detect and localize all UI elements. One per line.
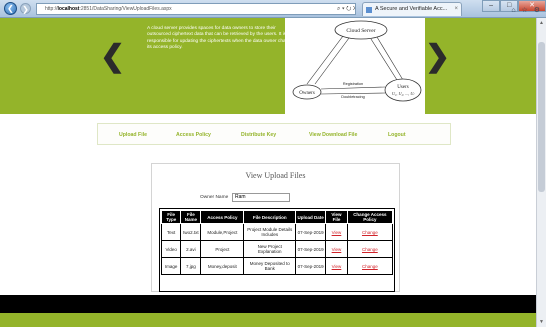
owner-cloud-line <box>306 35 344 85</box>
owners-label: Owners <box>299 91 315 96</box>
nav-logout[interactable]: Logout <box>388 124 406 146</box>
browser-toolbar-icons[interactable]: ⌂ ☆ ⚙ <box>511 6 542 14</box>
address-bar-icons[interactable]: ⌕ ▾ ⭮ ✕ <box>337 4 355 14</box>
owner-name-field[interactable]: Ram <box>232 193 290 202</box>
registration-line <box>320 86 386 90</box>
table-header-row: File Type File Name Access Policy File D… <box>160 209 394 225</box>
view-link[interactable]: View <box>332 230 342 235</box>
cell-upload-date: 07-Sep-2019 <box>295 257 327 276</box>
url-path: :2851/DataSharing/ViewUploadFiles.aspx <box>79 6 172 12</box>
footer-strip <box>0 313 536 327</box>
change-link[interactable]: Change <box>362 264 378 269</box>
main-nav: Upload File Access Policy Distribute Key… <box>97 123 451 145</box>
owner-name-label: Owner Name <box>200 195 229 200</box>
browser-chrome: ❮ ❯ http://localhost:2851/DataSharing/Vi… <box>0 0 546 18</box>
col-access-policy: Access Policy <box>200 209 245 225</box>
files-table-frame: File Type File Name Access Policy File D… <box>159 208 395 292</box>
col-upload-date: Upload Date <box>295 209 327 225</box>
scrollbar-thumb[interactable] <box>538 42 545 192</box>
table-row: Text two2.txt Module,Project Project Mod… <box>160 223 394 242</box>
system-diagram: Cloud Server Owners Users U₁, U₂, ..., U… <box>285 18 425 114</box>
change-link[interactable]: Change <box>362 230 378 235</box>
url-host: localhost <box>57 6 80 12</box>
cloud-label: Cloud Server <box>346 28 375 34</box>
doubletracing-line <box>320 92 386 95</box>
nav-view-download-file[interactable]: View Download File <box>309 124 357 146</box>
url-prefix: http:// <box>45 6 58 12</box>
tab-favicon-icon <box>366 7 372 13</box>
change-link[interactable]: Change <box>362 247 378 252</box>
banner-text: A cloud server provides spaces for data … <box>147 26 297 51</box>
tab-close-icon[interactable]: × <box>454 3 458 16</box>
files-table: File Type File Name Access Policy File D… <box>160 209 394 276</box>
vertical-scrollbar[interactable]: ▲ ▼ <box>536 18 546 327</box>
browser-tab[interactable]: A Secure and Verifiable Acc... × <box>362 2 462 16</box>
slider-prev-arrow-icon[interactable]: ❮ <box>100 42 125 72</box>
users-shape <box>384 78 422 102</box>
col-file-name: File Name <box>180 209 202 225</box>
col-view-file: View File <box>325 209 348 225</box>
user-cloud-line <box>376 36 404 81</box>
panel-title: View Upload Files <box>245 171 306 180</box>
scroll-down-icon[interactable]: ▼ <box>537 317 546 327</box>
cell-change-link-cell: Change <box>346 240 394 259</box>
scroll-up-icon[interactable]: ▲ <box>537 18 546 28</box>
cell-file-description: Project Module Details Includes <box>243 223 297 242</box>
registration-label: Registration <box>343 82 363 86</box>
cell-upload-date: 07-Sep-2019 <box>295 240 327 259</box>
footer-bar <box>0 295 536 313</box>
cell-view-link-cell: View <box>325 257 348 276</box>
cell-file-description: Money Deposited to Bank <box>243 257 297 276</box>
cell-change-link-cell: Change <box>346 223 394 242</box>
cell-file-type: Video <box>160 240 182 259</box>
cell-upload-date: 07-Sep-2019 <box>295 223 327 242</box>
back-arrow-icon[interactable]: ❮ <box>4 2 17 15</box>
users-label: Users <box>397 85 408 90</box>
view-link[interactable]: View <box>332 264 342 269</box>
cell-file-type: Image <box>160 257 182 276</box>
cell-access-policy: Project <box>200 240 245 259</box>
doubletracing-label: Doubletracing <box>341 95 364 99</box>
owner-cloud-line-2 <box>314 37 350 85</box>
cell-file-name: 7.jpg <box>180 257 202 276</box>
col-file-type: File Type <box>160 209 182 225</box>
cell-file-name: 2.avi <box>180 240 202 259</box>
cell-file-name: two2.txt <box>180 223 202 242</box>
table-row: Video 2.avi Project New Project Explanat… <box>160 240 394 259</box>
table-row: Image 7.jpg Money,deposit Money Deposite… <box>160 257 394 276</box>
col-change-access-policy: Change Access Policy <box>346 209 394 225</box>
cell-access-policy: Money,deposit <box>200 257 245 276</box>
page: ❮ A cloud server provides spaces for dat… <box>0 18 536 327</box>
view-upload-files-panel: View Upload Files Owner Name Ram File Ty… <box>151 163 400 292</box>
address-bar[interactable]: http://localhost:2851/DataSharing/ViewUp… <box>36 3 356 15</box>
cell-view-link-cell: View <box>325 223 348 242</box>
user-cloud-line-2 <box>370 38 398 81</box>
col-file-description: File Description <box>243 209 297 225</box>
slider-banner: ❮ A cloud server provides spaces for dat… <box>0 18 536 114</box>
cell-change-link-cell: Change <box>346 257 394 276</box>
tab-title: A Secure and Verifiable Acc... <box>375 6 448 12</box>
forward-arrow-icon[interactable]: ❯ <box>20 3 31 14</box>
cell-file-type: Text <box>160 223 182 242</box>
cell-access-policy: Module,Project <box>200 223 245 242</box>
minimize-icon[interactable]: – <box>482 0 501 12</box>
nav-distribute-key[interactable]: Distribute Key <box>241 124 276 146</box>
nav-access-policy[interactable]: Access Policy <box>176 124 211 146</box>
nav-upload-file[interactable]: Upload File <box>119 124 147 146</box>
cell-file-description: New Project Explanation <box>243 240 297 259</box>
slider-next-arrow-icon[interactable]: ❯ <box>425 42 450 72</box>
cell-view-link-cell: View <box>325 240 348 259</box>
view-link[interactable]: View <box>332 247 342 252</box>
